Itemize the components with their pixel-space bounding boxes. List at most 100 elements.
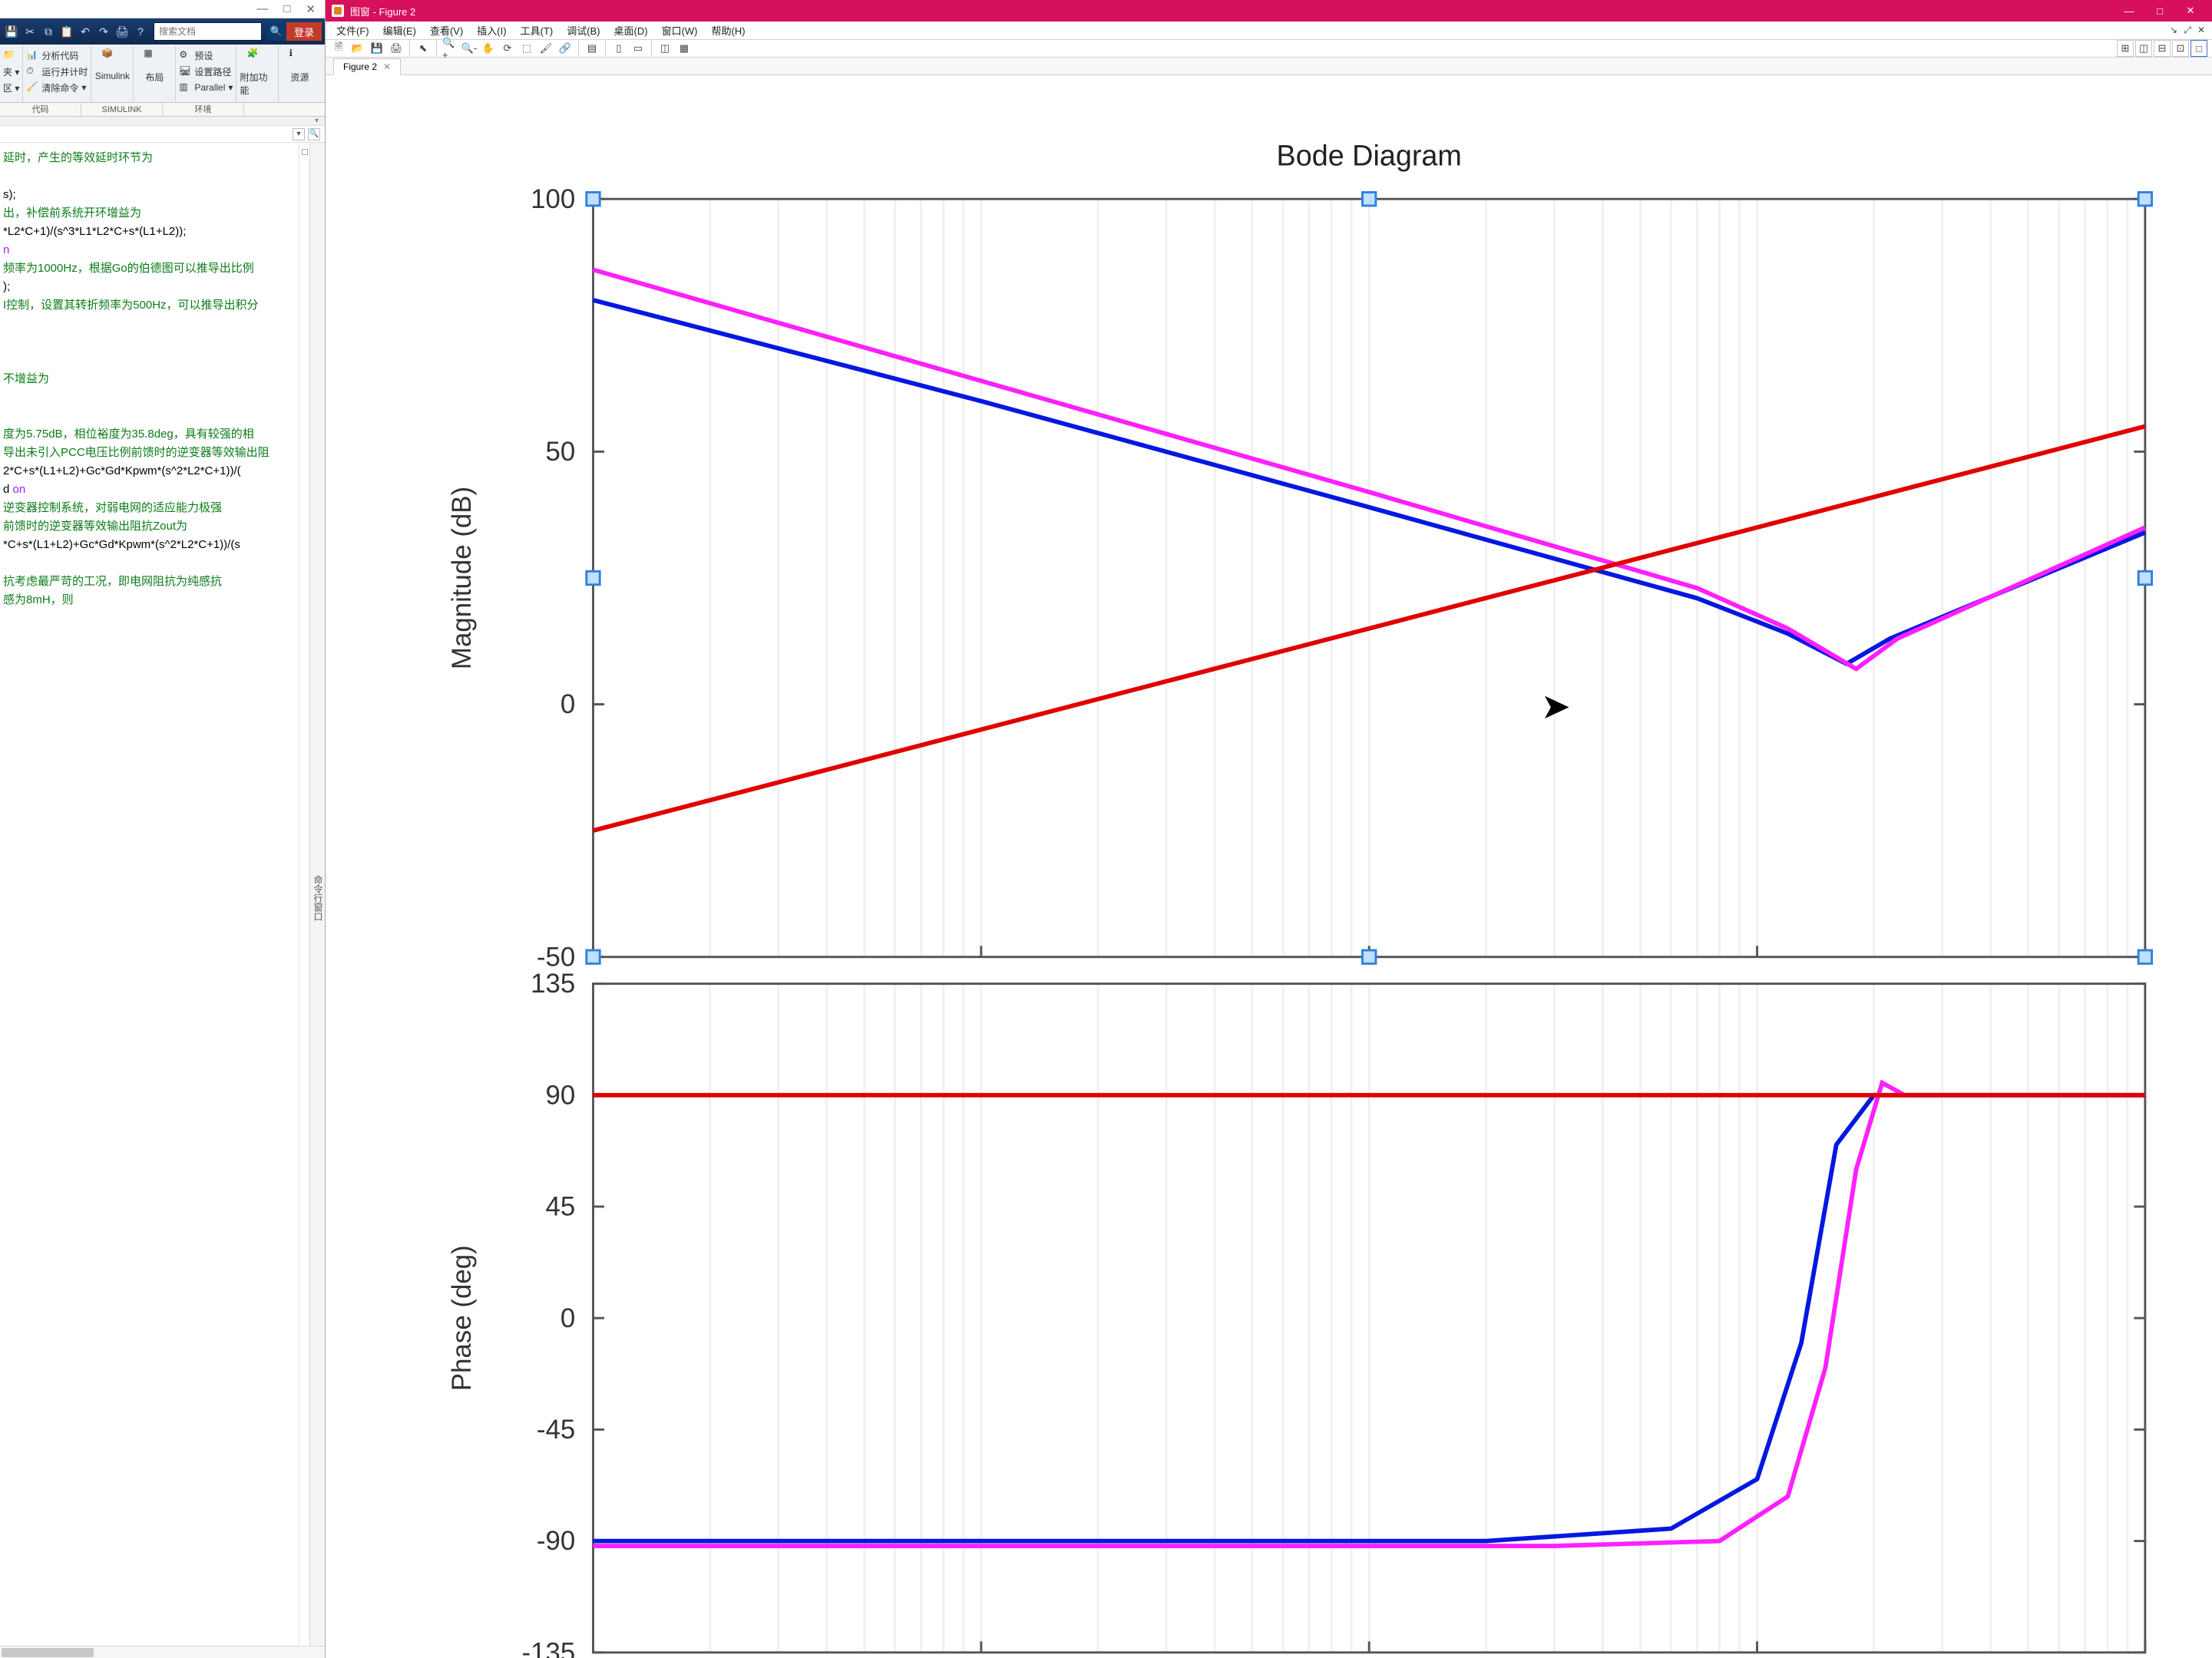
paste-icon[interactable]: 📋: [58, 23, 75, 40]
menu-插入(I)[interactable]: 插入(I): [471, 21, 512, 39]
layout-1-icon[interactable]: ⊞: [2117, 40, 2134, 57]
horizontal-scrollbar[interactable]: [0, 1646, 325, 1658]
search-input[interactable]: [154, 22, 262, 41]
print-figure-icon[interactable]: 🖨: [388, 40, 405, 57]
undock-icon[interactable]: ⤢: [2181, 25, 2194, 36]
editor-area: 延时，产生的等效延时环节为s);出，补偿前系统开环增益为*L2*C+1)/(s^…: [0, 143, 325, 1646]
close-doc-icon[interactable]: ✕: [2195, 25, 2207, 36]
ribbon-labels: 代码 SIMULINK 环境: [0, 103, 325, 117]
svg-text:0: 0: [611, 1656, 626, 1658]
svg-text:0: 0: [560, 689, 575, 719]
redo-icon[interactable]: ↷: [95, 23, 112, 40]
annotation-icon[interactable]: ▭: [630, 40, 646, 57]
menu-编辑(E)[interactable]: 编辑(E): [377, 21, 422, 39]
simulink-button[interactable]: 📦Simulink: [94, 48, 130, 81]
zoom-in-icon[interactable]: 🔍+: [441, 40, 458, 57]
save-icon[interactable]: 💾: [3, 23, 20, 40]
svg-text:0: 0: [560, 1303, 575, 1333]
svg-text:3: 3: [1775, 1656, 1790, 1658]
ribbon-collapse[interactable]: ▾: [0, 117, 325, 126]
addr-search-icon[interactable]: 🔍: [308, 128, 320, 140]
menu-桌面(D)[interactable]: 桌面(D): [608, 21, 654, 39]
login-button[interactable]: 登录: [286, 22, 322, 41]
zoom-out-icon[interactable]: 🔍-: [461, 40, 478, 57]
matlab-titlebar: — □ ✕: [0, 0, 325, 18]
layout-3-icon[interactable]: ⊟: [2154, 40, 2171, 57]
svg-text:45: 45: [546, 1192, 576, 1222]
plot-region[interactable]: Bode Diagram-50050100-135-90-45045901351…: [326, 75, 2212, 1658]
undo-icon[interactable]: ↶: [77, 23, 94, 40]
show-tools-icon[interactable]: ▦: [676, 40, 693, 57]
svg-text:➤: ➤: [1541, 686, 1571, 726]
svg-text:135: 135: [531, 969, 575, 999]
print-icon[interactable]: 🖨: [114, 23, 131, 40]
layout-button[interactable]: ▦布局: [137, 48, 172, 84]
pointer-icon[interactable]: ⬉: [415, 40, 431, 57]
rotate-icon[interactable]: ⟳: [499, 40, 516, 57]
menu-窗口(W)[interactable]: 窗口(W): [656, 21, 704, 39]
matlab-main-window: — □ ✕ 💾 ✂ ⧉ 📋 ↶ ↷ 🖨 ? 🔍 登录 📁 夹 ▾ 区 ▾: [0, 0, 326, 1658]
max-button[interactable]: □: [283, 2, 290, 15]
data-cursor-icon[interactable]: ⬚: [518, 40, 535, 57]
resources-button[interactable]: ℹ资源: [282, 48, 317, 84]
pan-icon[interactable]: ✋: [480, 40, 497, 57]
help-icon[interactable]: ?: [132, 23, 149, 40]
code-editor[interactable]: 延时，产生的等效延时环节为s);出，补偿前系统开环增益为*L2*C+1)/(s^…: [0, 143, 299, 1646]
preferences-button[interactable]: ⚙预设: [179, 48, 233, 63]
open-icon[interactable]: 📂: [349, 40, 366, 57]
layout-4-icon[interactable]: ⊡: [2172, 40, 2189, 57]
svg-text:-45: -45: [537, 1415, 575, 1445]
brush-icon[interactable]: 🖌: [537, 40, 554, 57]
tab-figure-2[interactable]: Figure 2✕: [333, 58, 401, 75]
svg-text:Phase (deg): Phase (deg): [447, 1245, 477, 1391]
new-figure-icon[interactable]: 🗎: [330, 40, 347, 57]
menu-文件(F)[interactable]: 文件(F): [330, 21, 375, 39]
run-and-time-button[interactable]: ⏱运行并计时: [26, 64, 88, 79]
fig-close-button[interactable]: ✕: [2175, 0, 2206, 21]
layout-2-icon[interactable]: ◫: [2135, 40, 2152, 57]
workspace-dropdown[interactable]: 区 ▾: [3, 80, 19, 95]
fig-max-button[interactable]: □: [2144, 0, 2175, 21]
search-button[interactable]: 🔍: [266, 22, 286, 41]
min-button[interactable]: —: [256, 2, 268, 15]
restore-down-icon[interactable]: ↘: [2167, 25, 2180, 36]
editor-gutter: [299, 143, 309, 1646]
figure-titlebar: 图窗 - Figure 2 — □ ✕: [326, 0, 2212, 21]
hide-tools-icon[interactable]: ◫: [656, 40, 673, 57]
insert-colorbar-icon[interactable]: ▤: [584, 40, 600, 57]
close-button[interactable]: ✕: [306, 2, 316, 16]
figure-menubar: 文件(F)编辑(E)查看(V)插入(I)工具(T)调试(B)桌面(D)窗口(W)…: [326, 21, 2212, 40]
close-tab-icon[interactable]: ✕: [383, 61, 391, 72]
svg-text:4: 4: [2163, 1656, 2177, 1658]
copy-icon[interactable]: ⧉: [40, 23, 57, 40]
addr-dropdown[interactable]: ▾: [293, 128, 305, 140]
clear-commands-button[interactable]: 🧹清除命令 ▾: [26, 80, 88, 95]
svg-text:Bode Diagram: Bode Diagram: [1277, 140, 1462, 172]
svg-text:100: 100: [531, 184, 575, 214]
addons-button[interactable]: 🧩附加功能: [240, 48, 275, 97]
cut-icon[interactable]: ✂: [21, 23, 38, 40]
set-path-button[interactable]: 🛤设置路径: [179, 64, 233, 79]
folder-dropdown[interactable]: 夹 ▾: [3, 64, 19, 79]
menu-帮助(H)[interactable]: 帮助(H): [706, 21, 752, 39]
insert-legend-icon[interactable]: ▯: [610, 40, 627, 57]
svg-text:-135: -135: [522, 1637, 576, 1658]
layout-max-icon[interactable]: □: [2191, 40, 2207, 57]
svg-text:90: 90: [546, 1080, 576, 1110]
svg-text:-90: -90: [537, 1526, 575, 1556]
command-window-tab[interactable]: 命令行窗口: [309, 143, 325, 1646]
bode-diagram-chart: Bode Diagram-50050100-135-90-45045901351…: [326, 75, 2212, 1658]
fig-min-button[interactable]: —: [2114, 0, 2144, 21]
parallel-button[interactable]: ▥Parallel ▾: [179, 80, 233, 95]
figure-toolbar: 🗎 📂 💾 🖨 ⬉ 🔍+ 🔍- ✋ ⟳ ⬚ 🖌 🔗 ▤ ▯ ▭ ◫ ▦ ⊞ ◫ …: [326, 40, 2212, 58]
analyze-code-button[interactable]: 📊分析代码: [26, 48, 88, 63]
save-figure-icon[interactable]: 💾: [369, 40, 385, 57]
link-icon[interactable]: 🔗: [557, 40, 574, 57]
menu-工具(T)[interactable]: 工具(T): [514, 21, 560, 39]
svg-text:Magnitude (dB): Magnitude (dB): [447, 487, 477, 669]
svg-text:2: 2: [1387, 1656, 1401, 1658]
svg-text:1: 1: [999, 1656, 1013, 1658]
menu-调试(B)[interactable]: 调试(B): [560, 21, 606, 39]
folder-button[interactable]: 📁: [3, 48, 19, 63]
figure-title: 图窗 - Figure 2: [350, 4, 2114, 18]
